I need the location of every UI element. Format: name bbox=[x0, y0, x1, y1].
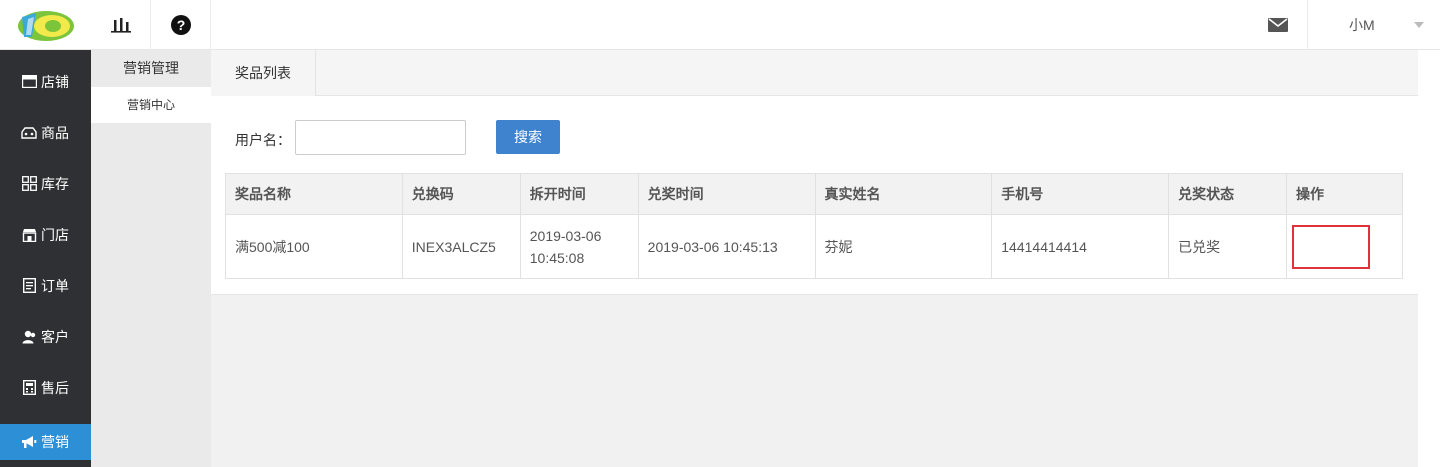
subnav-item-marketing-center[interactable]: 营销中心 bbox=[91, 87, 211, 123]
username-input[interactable] bbox=[295, 120, 466, 155]
sidebar-item-label: 营销 bbox=[41, 434, 69, 450]
column-header: 真实姓名 bbox=[815, 173, 993, 215]
envelope-icon[interactable] bbox=[1248, 0, 1308, 50]
app-logo[interactable] bbox=[0, 0, 91, 50]
order-icon bbox=[21, 278, 37, 294]
megaphone-icon bbox=[21, 434, 37, 450]
open-time-cell: 2019-03-06 10:45:08 bbox=[520, 214, 639, 279]
user-icon bbox=[21, 329, 37, 345]
column-header: 兑奖状态 bbox=[1168, 173, 1287, 215]
sidebar-item-label: 订单 bbox=[41, 277, 69, 294]
sidebar-item-label: 店铺 bbox=[41, 73, 69, 90]
sidebar-item-goods[interactable]: 商品 bbox=[0, 107, 91, 158]
question-circle-icon[interactable]: ? bbox=[151, 0, 211, 50]
tab-prize-list[interactable]: 奖品列表 bbox=[211, 50, 316, 96]
page-scrollbar[interactable] bbox=[1418, 50, 1440, 467]
tab-bar: 奖品列表 bbox=[211, 50, 1418, 96]
sidebar-item-marketing[interactable]: 营销 bbox=[0, 424, 91, 460]
redeem-time-cell: 2019-03-06 10:45:13 bbox=[638, 214, 816, 279]
operations-cell bbox=[1286, 214, 1403, 279]
sidebar-item-inventory[interactable]: 库存 bbox=[0, 158, 91, 209]
prize-name-cell: 满500减100 bbox=[225, 214, 403, 279]
column-header: 手机号 bbox=[991, 173, 1170, 215]
prize-table: 奖品名称 兑换码 拆开时间 兑奖时间 真实姓名 手机号 兑奖状态 操作 满500… bbox=[225, 173, 1403, 279]
sidebar-item-customers[interactable]: 客户 bbox=[0, 311, 91, 362]
sidebar-item-aftersales[interactable]: 售后 bbox=[0, 362, 91, 413]
phone-cell: 14414414414 bbox=[991, 214, 1170, 279]
main-sidebar: 店铺 商品 库存 门店 订单 客户 售后 营销 bbox=[0, 50, 91, 467]
sidebar-item-label: 门店 bbox=[41, 226, 69, 243]
content-panel: 奖品列表 用户名： 搜索 奖品名称 兑换码 拆开时间 兑奖时间 真实姓名 手机号… bbox=[211, 50, 1418, 295]
sidebar-item-shop[interactable]: 门店 bbox=[0, 209, 91, 260]
username-label: 用户名： bbox=[235, 132, 291, 148]
table-header-row: 奖品名称 兑换码 拆开时间 兑奖时间 真实姓名 手机号 兑奖状态 操作 bbox=[225, 173, 1403, 215]
calculator-icon bbox=[21, 380, 37, 396]
goods-icon bbox=[21, 125, 37, 141]
redeem-code-cell: INEX3ALCZ5 bbox=[402, 214, 521, 279]
sidebar-item-orders[interactable]: 订单 bbox=[0, 260, 91, 311]
redeem-status-cell: 已兑奖 bbox=[1168, 214, 1287, 279]
username: 小M bbox=[1349, 17, 1375, 33]
shop-icon bbox=[21, 227, 37, 243]
subnav-title: 营销管理 bbox=[91, 50, 211, 87]
sub-nav: 营销管理 营销中心 bbox=[91, 50, 211, 467]
column-header: 兑奖时间 bbox=[638, 173, 816, 215]
sidebar-item-store[interactable]: 店铺 bbox=[0, 56, 91, 107]
sidebar-item-label: 商品 bbox=[41, 124, 69, 141]
chevron-down-icon bbox=[1414, 22, 1424, 28]
column-header: 操作 bbox=[1286, 173, 1403, 215]
operations-highlight-box[interactable] bbox=[1292, 224, 1370, 269]
store-icon bbox=[21, 74, 37, 90]
column-header: 拆开时间 bbox=[520, 173, 639, 215]
bar-chart-icon[interactable] bbox=[91, 0, 151, 50]
sidebar-item-label: 客户 bbox=[41, 328, 69, 345]
column-header: 奖品名称 bbox=[225, 173, 403, 215]
top-header: ? 小M bbox=[0, 0, 1440, 50]
grid-icon bbox=[21, 176, 37, 192]
user-menu[interactable]: 小M bbox=[1309, 0, 1440, 50]
column-header: 兑换码 bbox=[402, 173, 521, 215]
search-button[interactable]: 搜索 bbox=[496, 120, 560, 154]
sidebar-item-label: 售后 bbox=[41, 379, 69, 396]
sidebar-item-label: 库存 bbox=[41, 175, 69, 192]
svg-text:?: ? bbox=[176, 17, 185, 33]
table-row: 满500减100 INEX3ALCZ5 2019-03-06 10:45:08 … bbox=[225, 214, 1403, 279]
real-name-cell: 芬妮 bbox=[815, 214, 993, 279]
